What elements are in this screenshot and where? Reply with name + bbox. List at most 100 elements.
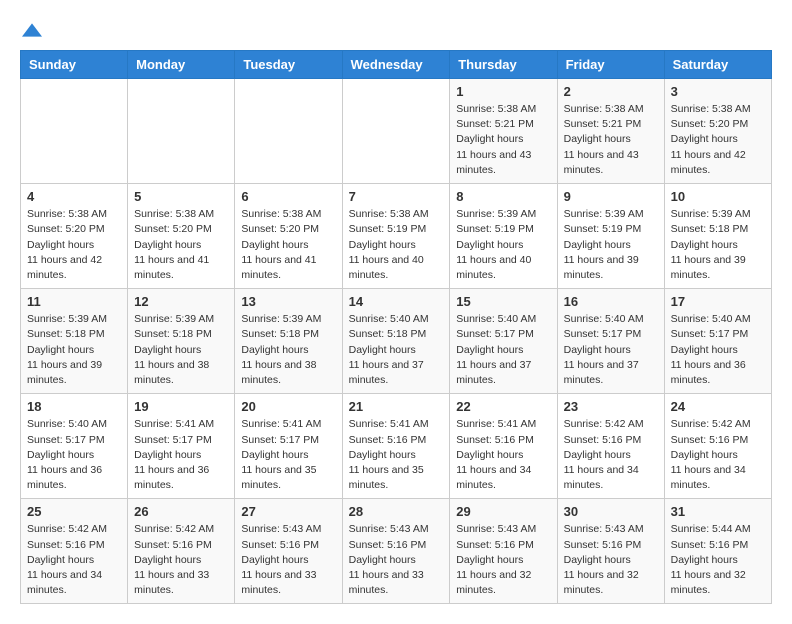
day-info: Sunrise: 5:39 AM Sunset: 5:19 PM Dayligh… (456, 207, 550, 283)
daylight-value: 11 hours and 36 minutes. (671, 359, 746, 386)
sunset-label: Sunset: 5:19 PM (564, 223, 642, 235)
day-number: 15 (456, 294, 550, 309)
daylight-label: Daylight hours (241, 554, 308, 566)
daylight-label: Daylight hours (564, 449, 631, 461)
daylight-label: Daylight hours (134, 344, 201, 356)
day-number: 12 (134, 294, 228, 309)
daylight-label: Daylight hours (456, 344, 523, 356)
daylight-value: 11 hours and 33 minutes. (134, 569, 209, 596)
sunrise-label: Sunrise: 5:38 AM (671, 103, 751, 115)
daylight-label: Daylight hours (564, 239, 631, 251)
day-number: 8 (456, 189, 550, 204)
daylight-label: Daylight hours (134, 449, 201, 461)
sunset-label: Sunset: 5:17 PM (27, 434, 105, 446)
day-number: 23 (564, 399, 658, 414)
sunset-label: Sunset: 5:16 PM (671, 539, 749, 551)
calendar-cell: 10 Sunrise: 5:39 AM Sunset: 5:18 PM Dayl… (664, 184, 771, 289)
daylight-value: 11 hours and 37 minutes. (349, 359, 424, 386)
calendar-cell (128, 79, 235, 184)
day-info: Sunrise: 5:38 AM Sunset: 5:19 PM Dayligh… (349, 207, 444, 283)
calendar-cell (235, 79, 342, 184)
calendar-cell: 19 Sunrise: 5:41 AM Sunset: 5:17 PM Dayl… (128, 394, 235, 499)
daylight-label: Daylight hours (134, 239, 201, 251)
day-info: Sunrise: 5:40 AM Sunset: 5:17 PM Dayligh… (564, 312, 658, 388)
daylight-value: 11 hours and 36 minutes. (27, 464, 102, 491)
sunset-label: Sunset: 5:17 PM (456, 328, 534, 340)
sunset-label: Sunset: 5:18 PM (349, 328, 427, 340)
daylight-value: 11 hours and 39 minutes. (564, 254, 639, 281)
calendar-cell: 25 Sunrise: 5:42 AM Sunset: 5:16 PM Dayl… (21, 499, 128, 604)
daylight-label: Daylight hours (671, 239, 738, 251)
sunrise-label: Sunrise: 5:42 AM (134, 523, 214, 535)
weekday-header-thursday: Thursday (450, 51, 557, 79)
daylight-label: Daylight hours (564, 133, 631, 145)
sunrise-label: Sunrise: 5:40 AM (564, 313, 644, 325)
daylight-value: 11 hours and 32 minutes. (456, 569, 531, 596)
calendar-cell: 20 Sunrise: 5:41 AM Sunset: 5:17 PM Dayl… (235, 394, 342, 499)
sunrise-label: Sunrise: 5:43 AM (241, 523, 321, 535)
calendar-cell: 11 Sunrise: 5:39 AM Sunset: 5:18 PM Dayl… (21, 289, 128, 394)
calendar-cell: 6 Sunrise: 5:38 AM Sunset: 5:20 PM Dayli… (235, 184, 342, 289)
day-number: 13 (241, 294, 335, 309)
sunrise-label: Sunrise: 5:43 AM (564, 523, 644, 535)
calendar-cell: 28 Sunrise: 5:43 AM Sunset: 5:16 PM Dayl… (342, 499, 450, 604)
day-number: 16 (564, 294, 658, 309)
calendar-cell: 26 Sunrise: 5:42 AM Sunset: 5:16 PM Dayl… (128, 499, 235, 604)
sunset-label: Sunset: 5:20 PM (27, 223, 105, 235)
day-info: Sunrise: 5:39 AM Sunset: 5:18 PM Dayligh… (671, 207, 765, 283)
daylight-label: Daylight hours (349, 344, 416, 356)
daylight-value: 11 hours and 41 minutes. (241, 254, 316, 281)
day-number: 1 (456, 84, 550, 99)
daylight-value: 11 hours and 34 minutes. (671, 464, 746, 491)
calendar-week-3: 11 Sunrise: 5:39 AM Sunset: 5:18 PM Dayl… (21, 289, 772, 394)
weekday-header-tuesday: Tuesday (235, 51, 342, 79)
calendar-cell: 14 Sunrise: 5:40 AM Sunset: 5:18 PM Dayl… (342, 289, 450, 394)
day-number: 6 (241, 189, 335, 204)
day-info: Sunrise: 5:41 AM Sunset: 5:16 PM Dayligh… (456, 417, 550, 493)
day-info: Sunrise: 5:40 AM Sunset: 5:17 PM Dayligh… (456, 312, 550, 388)
weekday-header-wednesday: Wednesday (342, 51, 450, 79)
calendar-cell: 5 Sunrise: 5:38 AM Sunset: 5:20 PM Dayli… (128, 184, 235, 289)
sunset-label: Sunset: 5:17 PM (671, 328, 749, 340)
day-number: 28 (349, 504, 444, 519)
day-number: 17 (671, 294, 765, 309)
daylight-label: Daylight hours (349, 449, 416, 461)
daylight-value: 11 hours and 32 minutes. (564, 569, 639, 596)
day-number: 4 (27, 189, 121, 204)
sunrise-label: Sunrise: 5:38 AM (564, 103, 644, 115)
day-info: Sunrise: 5:41 AM Sunset: 5:17 PM Dayligh… (241, 417, 335, 493)
day-info: Sunrise: 5:38 AM Sunset: 5:21 PM Dayligh… (456, 102, 550, 178)
calendar-cell: 24 Sunrise: 5:42 AM Sunset: 5:16 PM Dayl… (664, 394, 771, 499)
sunrise-label: Sunrise: 5:39 AM (241, 313, 321, 325)
day-number: 31 (671, 504, 765, 519)
sunset-label: Sunset: 5:18 PM (134, 328, 212, 340)
daylight-label: Daylight hours (456, 133, 523, 145)
calendar-table: SundayMondayTuesdayWednesdayThursdayFrid… (20, 50, 772, 604)
day-number: 5 (134, 189, 228, 204)
daylight-value: 11 hours and 38 minutes. (241, 359, 316, 386)
sunset-label: Sunset: 5:16 PM (456, 539, 534, 551)
calendar-week-1: 1 Sunrise: 5:38 AM Sunset: 5:21 PM Dayli… (21, 79, 772, 184)
sunset-label: Sunset: 5:16 PM (241, 539, 319, 551)
calendar-cell: 30 Sunrise: 5:43 AM Sunset: 5:16 PM Dayl… (557, 499, 664, 604)
daylight-value: 11 hours and 36 minutes. (134, 464, 209, 491)
day-number: 10 (671, 189, 765, 204)
logo (20, 20, 42, 40)
daylight-label: Daylight hours (349, 239, 416, 251)
day-info: Sunrise: 5:38 AM Sunset: 5:21 PM Dayligh… (564, 102, 658, 178)
calendar-cell: 9 Sunrise: 5:39 AM Sunset: 5:19 PM Dayli… (557, 184, 664, 289)
daylight-value: 11 hours and 43 minutes. (456, 149, 531, 176)
day-info: Sunrise: 5:43 AM Sunset: 5:16 PM Dayligh… (564, 522, 658, 598)
sunset-label: Sunset: 5:16 PM (564, 434, 642, 446)
day-info: Sunrise: 5:39 AM Sunset: 5:18 PM Dayligh… (134, 312, 228, 388)
calendar-cell: 21 Sunrise: 5:41 AM Sunset: 5:16 PM Dayl… (342, 394, 450, 499)
day-info: Sunrise: 5:42 AM Sunset: 5:16 PM Dayligh… (671, 417, 765, 493)
daylight-value: 11 hours and 40 minutes. (349, 254, 424, 281)
day-info: Sunrise: 5:43 AM Sunset: 5:16 PM Dayligh… (241, 522, 335, 598)
sunset-label: Sunset: 5:19 PM (456, 223, 534, 235)
day-info: Sunrise: 5:42 AM Sunset: 5:16 PM Dayligh… (134, 522, 228, 598)
calendar-cell (342, 79, 450, 184)
daylight-label: Daylight hours (27, 449, 94, 461)
calendar-cell: 12 Sunrise: 5:39 AM Sunset: 5:18 PM Dayl… (128, 289, 235, 394)
day-number: 22 (456, 399, 550, 414)
